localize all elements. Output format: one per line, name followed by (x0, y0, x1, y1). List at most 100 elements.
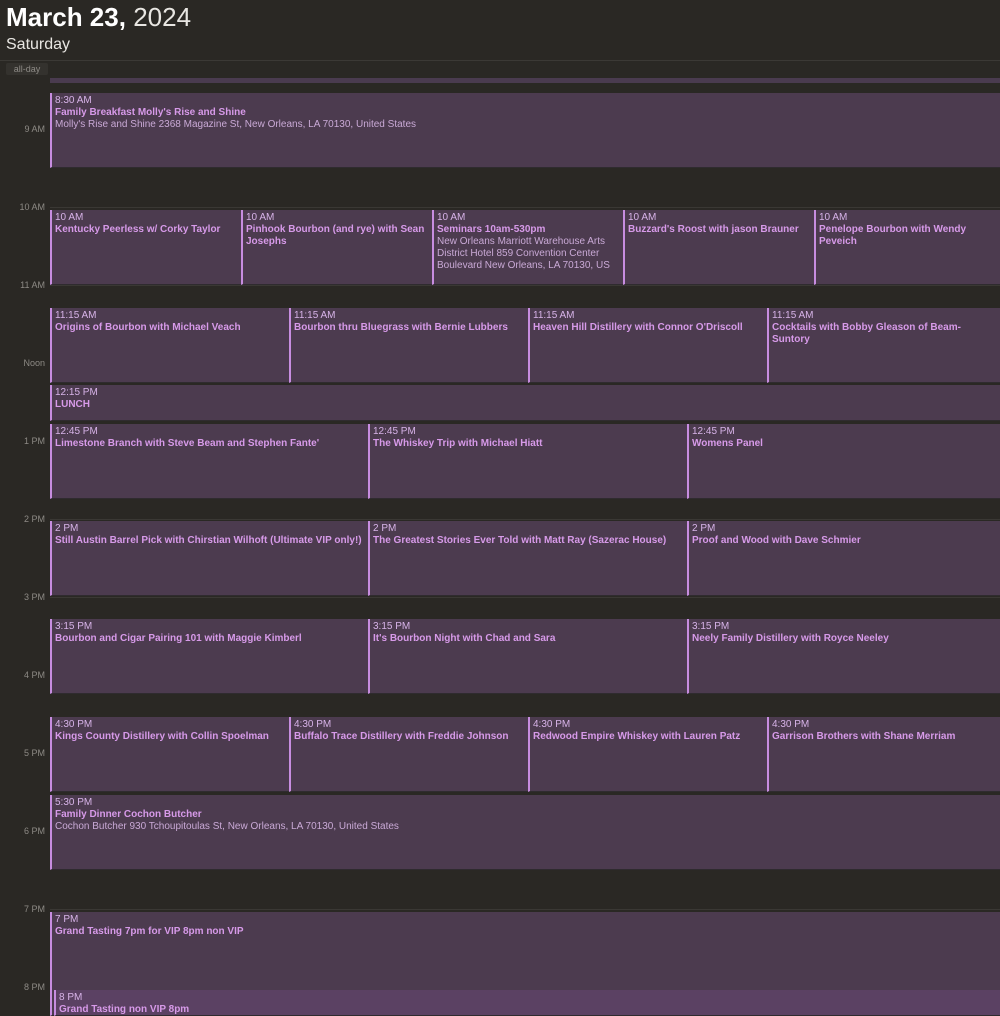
calendar-event[interactable]: 10 AM Penelope Bourbon with Wendy Peveic… (814, 210, 1000, 285)
date-title: March 23, 2024 (6, 2, 191, 33)
calendar-event[interactable]: 8 PM Grand Tasting non VIP 8pm (54, 990, 1000, 1016)
hour-label: 11 AM (20, 280, 45, 290)
event-title: Bourbon thru Bluegrass with Bernie Lubbe… (294, 322, 508, 333)
event-time: 11:15 AM (294, 310, 336, 321)
hour-label: 6 PM (23, 826, 45, 836)
month-day: March 23, (6, 2, 126, 32)
event-title: Bourbon and Cigar Pairing 101 with Maggi… (55, 633, 302, 644)
event-title: Buffalo Trace Distillery with Freddie Jo… (294, 731, 509, 742)
hour-line (50, 597, 1000, 598)
event-time: 8 PM (59, 992, 83, 1003)
calendar-event[interactable]: 11:15 AM Bourbon thru Bluegrass with Ber… (289, 308, 528, 383)
event-title: Still Austin Barrel Pick with Chirstian … (55, 535, 362, 546)
event-title: Kings County Distillery with Collin Spoe… (55, 731, 269, 742)
event-time: 11:15 AM (533, 310, 575, 321)
event-title: Seminars 10am-530pm (437, 224, 546, 235)
event-title: Family Breakfast Molly's Rise and Shine (55, 107, 246, 118)
event-time: 2 PM (373, 523, 397, 534)
event-title: Womens Panel (692, 438, 763, 449)
event-location: New Orleans Marriott Warehouse Arts Dist… (437, 236, 610, 271)
previous-event-stripe[interactable] (50, 78, 1000, 83)
event-title: Origins of Bourbon with Michael Veach (55, 322, 241, 333)
event-title: Neely Family Distillery with Royce Neele… (692, 633, 889, 644)
calendar-event[interactable]: 10 AM Kentucky Peerless w/ Corky Taylor (50, 210, 241, 285)
all-day-label: all-day (6, 63, 48, 75)
event-location: Cochon Butcher 930 Tchoupitoulas St, New… (55, 821, 399, 832)
calendar-event[interactable]: 10 AM Pinhook Bourbon (and rye) with Sea… (241, 210, 432, 285)
event-time: 11:15 AM (772, 310, 814, 321)
event-title: Proof and Wood with Dave Schmier (692, 535, 861, 546)
event-time: 12:15 PM (55, 387, 98, 398)
event-time: 10 AM (437, 212, 466, 223)
event-time: 8:30 AM (55, 95, 92, 106)
event-title: LUNCH (55, 399, 90, 410)
event-title: Heaven Hill Distillery with Connor O'Dri… (533, 322, 743, 333)
calendar-event[interactable]: 3:15 PM It's Bourbon Night with Chad and… (368, 619, 687, 694)
event-location: Molly's Rise and Shine 2368 Magazine St,… (55, 119, 417, 130)
event-time: 10 AM (55, 212, 84, 223)
event-time: 3:15 PM (373, 621, 411, 632)
event-time: 4:30 PM (772, 719, 810, 730)
event-time: 12:45 PM (692, 426, 735, 437)
event-time: 12:45 PM (55, 426, 98, 437)
hour-label: 9 AM (24, 124, 45, 134)
calendar-event[interactable]: 11:15 AM Origins of Bourbon with Michael… (50, 308, 289, 383)
calendar-event[interactable]: 2 PM Still Austin Barrel Pick with Chirs… (50, 521, 368, 596)
calendar-event[interactable]: 3:15 PM Bourbon and Cigar Pairing 101 wi… (50, 619, 368, 694)
event-time: 7 PM (55, 914, 79, 925)
calendar-event[interactable]: 10 AM Buzzard's Roost with jason Brauner (623, 210, 814, 285)
event-title: Cocktails with Bobby Gleason of Beam-Sun… (772, 322, 961, 345)
hour-line (50, 285, 1000, 286)
hour-label: 10 AM (19, 202, 45, 212)
event-title: Family Dinner Cochon Butcher (55, 809, 202, 820)
hour-line (50, 519, 1000, 520)
event-title: Kentucky Peerless w/ Corky Taylor (55, 224, 221, 235)
event-time: 12:45 PM (373, 426, 416, 437)
event-time: 2 PM (692, 523, 716, 534)
calendar-event[interactable]: 3:15 PM Neely Family Distillery with Roy… (687, 619, 1000, 694)
event-title: Redwood Empire Whiskey with Lauren Patz (533, 731, 741, 742)
event-title: Limestone Branch with Steve Beam and Ste… (55, 438, 320, 449)
calendar-event[interactable]: 2 PM The Greatest Stories Ever Told with… (368, 521, 687, 596)
hour-label: Noon (23, 358, 45, 368)
event-title: Buzzard's Roost with jason Brauner (628, 224, 799, 235)
event-time: 3:15 PM (692, 621, 730, 632)
calendar-event[interactable]: 4:30 PM Buffalo Trace Distillery with Fr… (289, 717, 528, 792)
hour-label: 1 PM (23, 436, 45, 446)
calendar-event[interactable]: 11:15 AM Cocktails with Bobby Gleason of… (767, 308, 1000, 383)
calendar-event[interactable]: 12:15 PM LUNCH (50, 385, 1000, 421)
event-time: 2 PM (55, 523, 79, 534)
event-title: The Whiskey Trip with Michael Hiatt (373, 438, 543, 449)
calendar-event[interactable]: 5:30 PM Family Dinner Cochon Butcher Coc… (50, 795, 1000, 870)
calendar-event[interactable]: 12:45 PM Womens Panel (687, 424, 1000, 499)
all-day-row[interactable] (0, 60, 1000, 79)
event-time: 11:15 AM (55, 310, 97, 321)
date-header: March 23, 2024 Saturday (0, 0, 1000, 62)
hour-label: 2 PM (23, 514, 45, 524)
calendar-event[interactable]: 4:30 PM Kings County Distillery with Col… (50, 717, 289, 792)
calendar-event[interactable]: 4:30 PM Garrison Brothers with Shane Mer… (767, 717, 1000, 792)
year: 2024 (133, 2, 192, 32)
hour-label: 5 PM (23, 748, 45, 758)
event-title: Pinhook Bourbon (and rye) with Sean Jose… (246, 224, 425, 247)
calendar-event[interactable]: 11:15 AM Heaven Hill Distillery with Con… (528, 308, 767, 383)
calendar-event[interactable]: 8:30 AM Family Breakfast Molly's Rise an… (50, 93, 1000, 168)
calendar-event[interactable]: 12:45 PM Limestone Branch with Steve Bea… (50, 424, 368, 499)
event-title: Garrison Brothers with Shane Merriam (772, 731, 956, 742)
hour-label: 3 PM (23, 592, 45, 602)
event-time: 4:30 PM (55, 719, 93, 730)
calendar-event[interactable]: 12:45 PM The Whiskey Trip with Michael H… (368, 424, 687, 499)
event-time: 10 AM (819, 212, 848, 223)
event-time: 10 AM (628, 212, 657, 223)
hour-label: 7 PM (23, 904, 45, 914)
hour-line (50, 909, 1000, 910)
hour-label: 8 PM (23, 982, 45, 992)
calendar-event[interactable]: 2 PM Proof and Wood with Dave Schmier (687, 521, 1000, 596)
calendar-event[interactable]: 4:30 PM Redwood Empire Whiskey with Laur… (528, 717, 767, 792)
calendar-event[interactable]: 10 AM Seminars 10am-530pm New Orleans Ma… (432, 210, 623, 285)
event-title: It's Bourbon Night with Chad and Sara (373, 633, 556, 644)
weekday-label: Saturday (6, 36, 71, 53)
event-time: 4:30 PM (294, 719, 332, 730)
hour-line (50, 207, 1000, 208)
event-title: Grand Tasting non VIP 8pm (59, 1004, 190, 1015)
